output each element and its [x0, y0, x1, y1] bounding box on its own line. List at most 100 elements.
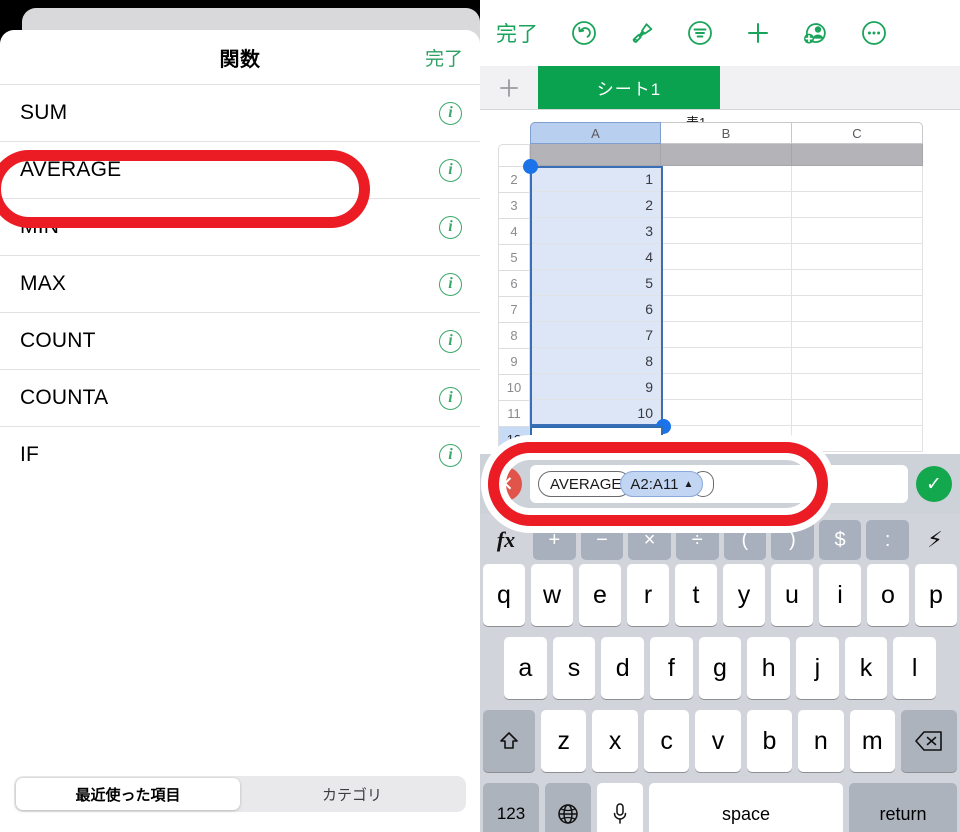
cell-a2[interactable]: 1 — [530, 166, 661, 192]
key-p[interactable]: p — [915, 564, 957, 626]
info-circle-icon[interactable]: i — [439, 443, 462, 467]
key-c[interactable]: c — [643, 710, 690, 772]
cell-b4[interactable] — [661, 218, 792, 244]
key-v[interactable]: v — [695, 710, 741, 772]
key-open-paren[interactable]: ( — [723, 520, 767, 560]
key-multiply[interactable]: × — [628, 520, 671, 560]
cell-c12[interactable] — [792, 426, 923, 452]
collaborate-add-person-icon[interactable] — [796, 13, 836, 53]
key-l[interactable]: l — [893, 637, 937, 699]
cell-a4[interactable]: 3 — [530, 218, 661, 244]
key-plus[interactable]: + — [533, 520, 576, 560]
cell-b12[interactable] — [661, 426, 792, 452]
sheet-tab-1[interactable]: シート1 — [538, 66, 720, 109]
cell-b5[interactable] — [661, 244, 792, 270]
cancel-x-icon[interactable]: ✕ — [488, 467, 522, 501]
info-circle-icon[interactable]: i — [439, 386, 462, 410]
table-row[interactable]: 2 — [498, 166, 530, 192]
globe-language-icon[interactable] — [545, 783, 591, 832]
key-r[interactable]: r — [627, 564, 669, 626]
list-item[interactable]: COUNT i — [0, 312, 480, 369]
table-row[interactable]: 5 — [498, 244, 530, 270]
cell-b7[interactable] — [661, 296, 792, 322]
cell-c11[interactable] — [792, 400, 923, 426]
shift-arrow-icon[interactable] — [483, 710, 536, 772]
key-b[interactable]: b — [746, 710, 793, 772]
accept-check-icon[interactable]: ✓ — [916, 466, 952, 502]
key-k[interactable]: k — [844, 637, 888, 699]
header-cell-b[interactable] — [661, 144, 792, 166]
table-row[interactable]: 9 — [498, 348, 530, 374]
undo-icon[interactable] — [564, 13, 604, 53]
cell-c10[interactable] — [792, 374, 923, 400]
cell-c5[interactable] — [792, 244, 923, 270]
key-dollar[interactable]: $ — [818, 520, 862, 560]
table-row[interactable]: 8 — [498, 322, 530, 348]
tab-categories[interactable]: カテゴリ — [240, 778, 464, 810]
microphone-icon[interactable] — [597, 783, 643, 832]
table-row[interactable]: 4 — [498, 218, 530, 244]
header-cell-a[interactable] — [530, 144, 661, 166]
key-f[interactable]: f — [650, 637, 693, 699]
cell-b10[interactable] — [661, 374, 792, 400]
list-item[interactable]: COUNTA i — [0, 369, 480, 426]
cell-c4[interactable] — [792, 218, 923, 244]
key-d[interactable]: d — [601, 637, 644, 699]
key-a[interactable]: a — [503, 637, 547, 699]
cell-a10[interactable]: 9 — [530, 374, 661, 400]
key-return[interactable]: return — [849, 783, 957, 832]
list-item[interactable]: AVERAGE i — [0, 141, 480, 198]
cell-b11[interactable] — [661, 400, 792, 426]
table-row[interactable]: 11 — [498, 400, 530, 426]
insert-plus-icon[interactable] — [738, 13, 778, 53]
backspace-delete-icon[interactable] — [900, 710, 957, 772]
cell-a8[interactable]: 7 — [530, 322, 661, 348]
cell-c9[interactable] — [792, 348, 923, 374]
list-item[interactable]: SUM i — [0, 84, 480, 141]
add-sheet-plus-icon[interactable] — [480, 66, 538, 109]
key-j[interactable]: j — [796, 637, 839, 699]
formula-argument-token[interactable]: A2:A11 ▲ — [620, 471, 704, 497]
table-row[interactable]: 3 — [498, 192, 530, 218]
key-minus[interactable]: − — [580, 520, 624, 560]
list-item[interactable]: MIN i — [0, 198, 480, 255]
active-cell-editor[interactable]: … — [530, 426, 663, 454]
cell-a7[interactable]: 6 — [530, 296, 661, 322]
cell-b3[interactable] — [661, 192, 792, 218]
key-i[interactable]: i — [819, 564, 861, 626]
cell-a5[interactable]: 4 — [530, 244, 661, 270]
formula-function-token[interactable]: AVERAGE — [538, 471, 632, 497]
info-circle-icon[interactable]: i — [439, 272, 462, 296]
more-ellipsis-icon[interactable] — [854, 13, 894, 53]
cell-a3[interactable]: 2 — [530, 192, 661, 218]
info-circle-icon[interactable]: i — [439, 215, 462, 239]
key-numbers-123[interactable]: 123 — [483, 783, 539, 832]
table-row[interactable]: 10 — [498, 374, 530, 400]
column-header-b[interactable]: B — [661, 122, 792, 144]
list-item[interactable]: MAX i — [0, 255, 480, 312]
cell-b9[interactable] — [661, 348, 792, 374]
chevron-up-icon[interactable]: ▲ — [684, 479, 694, 490]
key-t[interactable]: t — [675, 564, 717, 626]
key-close-paren[interactable]: ) — [771, 520, 814, 560]
table-row[interactable]: 6 — [498, 270, 530, 296]
list-item[interactable]: IF i — [0, 426, 480, 483]
table-row[interactable]: 7 — [498, 296, 530, 322]
key-s[interactable]: s — [552, 637, 596, 699]
key-w[interactable]: w — [531, 564, 573, 626]
key-o[interactable]: o — [867, 564, 909, 626]
cell-c3[interactable] — [792, 192, 923, 218]
lightning-bolt-icon[interactable]: ⚡ — [914, 520, 956, 560]
cell-c7[interactable] — [792, 296, 923, 322]
key-divide[interactable]: ÷ — [675, 520, 719, 560]
cell-b6[interactable] — [661, 270, 792, 296]
cell-c6[interactable] — [792, 270, 923, 296]
toolbar-done-button[interactable]: 完了 — [496, 18, 538, 48]
cell-a11[interactable]: 10 — [530, 400, 661, 426]
cell-c8[interactable] — [792, 322, 923, 348]
row-header-1[interactable] — [498, 144, 530, 166]
formula-input-field[interactable]: AVERAGE A2:A11 ▲ — [530, 465, 908, 503]
organize-icon[interactable] — [680, 13, 720, 53]
info-circle-icon[interactable]: i — [439, 101, 462, 125]
cell-a6[interactable]: 5 — [530, 270, 661, 296]
